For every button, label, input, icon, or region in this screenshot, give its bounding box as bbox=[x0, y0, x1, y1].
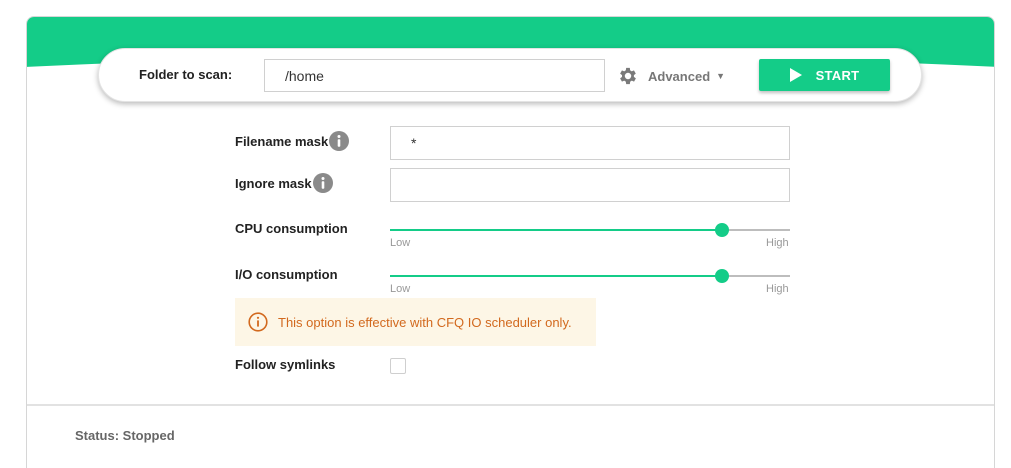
cpu-slider-track bbox=[722, 229, 790, 231]
scan-bar: Folder to scan: Advanced ▼ START bbox=[98, 48, 922, 102]
ignore-mask-label: Ignore mask bbox=[235, 175, 312, 191]
folder-label: Folder to scan: bbox=[139, 67, 233, 82]
section-divider bbox=[27, 404, 994, 406]
follow-symlinks-checkbox[interactable] bbox=[390, 358, 406, 374]
status-text: Status: Stopped bbox=[75, 428, 175, 443]
warning-text: This option is effective with CFQ IO sch… bbox=[278, 314, 572, 330]
filename-mask-label-row: Filename mask bbox=[235, 131, 350, 151]
cpu-consumption-label-row: CPU consumption bbox=[235, 221, 348, 236]
follow-symlinks-label: Follow symlinks bbox=[235, 357, 336, 372]
start-label: START bbox=[815, 67, 860, 83]
ignore-mask-input[interactable] bbox=[390, 168, 790, 202]
cfq-warning: This option is effective with CFQ IO sch… bbox=[235, 298, 596, 346]
cpu-slider-low-label: Low bbox=[390, 237, 411, 249]
folder-input[interactable] bbox=[264, 59, 605, 92]
info-icon[interactable] bbox=[329, 131, 350, 151]
follow-symlinks-label-row: Follow symlinks bbox=[235, 357, 335, 372]
cpu-slider-fill bbox=[390, 229, 722, 231]
gear-icon bbox=[620, 67, 636, 85]
ignore-mask-label-row: Ignore mask bbox=[235, 173, 333, 193]
io-slider-thumb[interactable] bbox=[715, 269, 729, 283]
io-slider-low-label: Low bbox=[390, 283, 411, 295]
io-slider[interactable] bbox=[390, 269, 790, 283]
io-slider-fill bbox=[390, 275, 722, 277]
cpu-slider-thumb[interactable] bbox=[715, 223, 729, 237]
play-icon bbox=[789, 68, 802, 82]
io-slider-track bbox=[722, 275, 790, 277]
info-icon[interactable] bbox=[312, 173, 333, 193]
filename-mask-label: Filename mask bbox=[235, 133, 329, 149]
io-slider-high-label: High bbox=[766, 283, 789, 295]
cpu-consumption-label: CPU consumption bbox=[235, 221, 348, 236]
cpu-slider[interactable] bbox=[390, 223, 790, 237]
io-consumption-label-row: I/O consumption bbox=[235, 267, 338, 282]
chevron-down-icon: ▼ bbox=[716, 71, 726, 81]
warning-circle-icon bbox=[248, 312, 268, 332]
filename-mask-input[interactable] bbox=[390, 126, 790, 160]
start-button[interactable]: START bbox=[759, 59, 890, 91]
io-consumption-label: I/O consumption bbox=[235, 267, 338, 282]
advanced-toggle[interactable]: Advanced ▼ bbox=[617, 63, 725, 89]
cpu-slider-high-label: High bbox=[766, 237, 789, 249]
advanced-label: Advanced bbox=[648, 68, 711, 84]
